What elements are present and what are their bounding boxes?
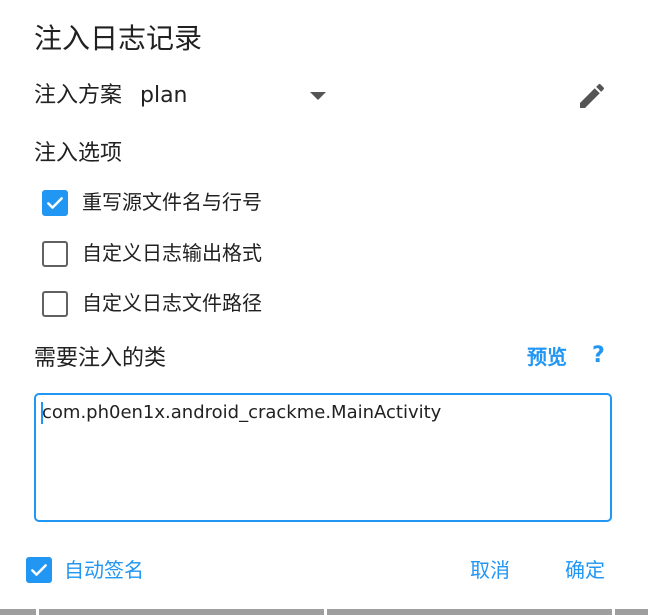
option-label: 自定义日志文件路径 [82, 291, 262, 315]
confirm-button[interactable]: 确定 [565, 556, 605, 584]
classes-textarea-value: com.ph0en1x.android_crackme.MainActivity [42, 402, 442, 423]
pencil-icon [580, 83, 605, 108]
divider-gap [36, 609, 39, 615]
preview-button[interactable]: 预览 [527, 342, 567, 372]
inject-log-dialog: 注入日志记录 注入方案 plan 注入选项 重写源文件名与行号 自定义日志输出格… [0, 0, 648, 615]
divider-gap [612, 609, 615, 615]
checkmark-icon [31, 564, 47, 576]
cancel-button[interactable]: 取消 [470, 556, 510, 584]
chevron-down-icon [310, 92, 326, 100]
bottom-divider [0, 609, 648, 615]
autosign-label: 自动签名 [64, 558, 144, 582]
divider-gap [324, 609, 327, 615]
option-label: 重写源文件名与行号 [82, 190, 262, 214]
plan-label: 注入方案 [34, 83, 123, 108]
plan-row: 注入方案 plan [34, 78, 614, 114]
edit-plan-button[interactable] [576, 80, 608, 112]
plan-dropdown[interactable]: plan [140, 78, 326, 114]
checkbox-unchecked[interactable] [42, 291, 68, 317]
checkmark-icon [47, 197, 63, 209]
classes-textarea[interactable]: com.ph0en1x.android_crackme.MainActivity [34, 393, 612, 522]
checkbox-checked[interactable] [42, 190, 68, 216]
classes-section-label: 需要注入的类 [34, 346, 167, 371]
checkbox-checked[interactable] [26, 557, 52, 583]
dialog-title: 注入日志记录 [34, 22, 203, 55]
options-section-label: 注入选项 [34, 141, 123, 166]
checkbox-unchecked[interactable] [42, 241, 68, 267]
plan-selected-value: plan [140, 83, 188, 108]
help-icon[interactable]: ? [592, 341, 605, 371]
option-label: 自定义日志输出格式 [82, 241, 262, 265]
